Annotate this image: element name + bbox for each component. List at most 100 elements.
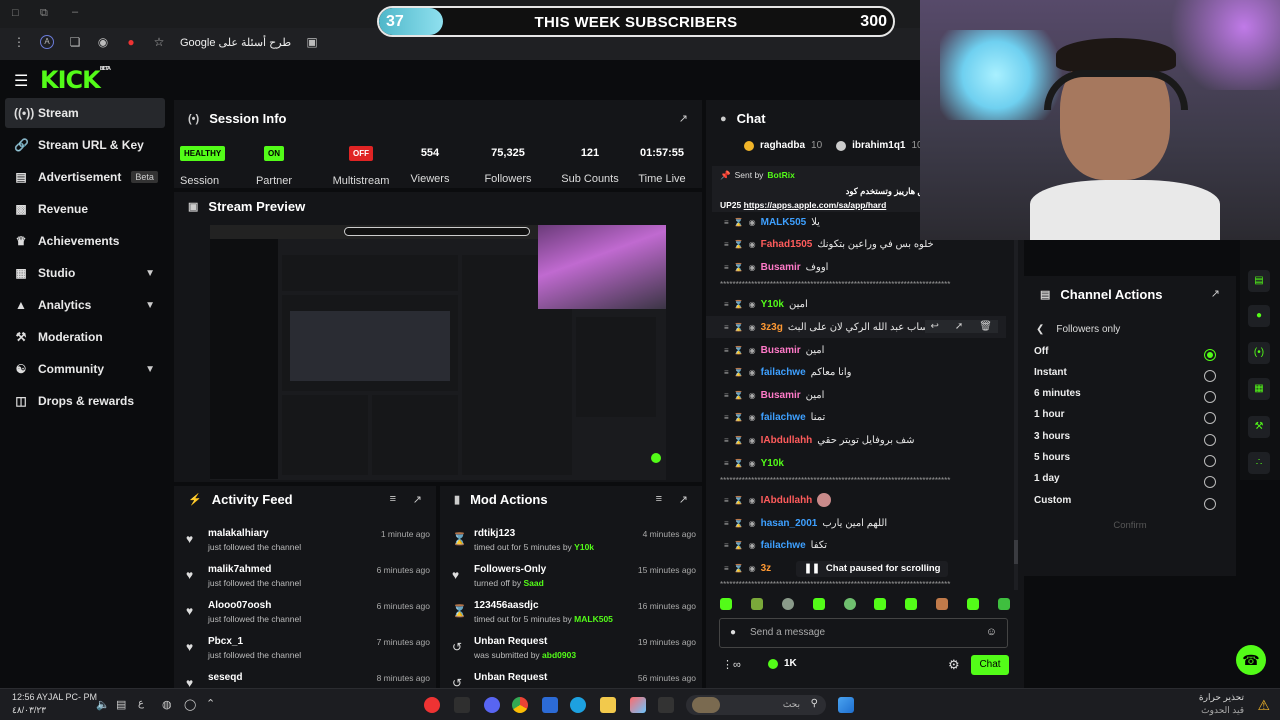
extension-icon[interactable]: ◉ (96, 35, 110, 49)
chat-username[interactable]: Busamir (761, 345, 801, 356)
emote-icon[interactable] (905, 598, 918, 610)
chat-message[interactable]: ≡ ⌛ ◉ Busamir اووف (706, 256, 1006, 278)
chat-username[interactable]: Fahad1505 (761, 239, 813, 250)
taskbar-date[interactable]: ٤٨/٠٣/٢٣ (12, 705, 46, 716)
chat-username[interactable]: 3z3g (761, 322, 783, 333)
emote-icon[interactable] (874, 598, 887, 610)
address-text[interactable]: طرح أسئلة على Google (180, 36, 291, 49)
emote-icon[interactable] (967, 598, 979, 610)
stream-preview-video[interactable] (210, 225, 666, 480)
emote-icon[interactable] (720, 598, 732, 610)
file-explorer-icon[interactable] (600, 697, 616, 713)
language-icon[interactable]: ع (138, 698, 144, 709)
weather-title[interactable]: تحذير حرارة (1199, 692, 1244, 703)
chat-message[interactable]: ≡ ⌛ ◉ failachwe تمنا (706, 406, 1006, 428)
activity-username[interactable]: Alooo07oosh (208, 600, 271, 611)
sidebar-item-studio[interactable]: ▦ Studio ▼ (5, 258, 165, 288)
windows-start-icon[interactable] (838, 697, 854, 713)
emote-icon[interactable] (936, 598, 949, 610)
radio[interactable] (1204, 391, 1216, 403)
option-1-hour[interactable]: 1 hour (1034, 409, 1224, 429)
chat-username[interactable]: IAbdullahh (761, 435, 813, 446)
screenshot-icon[interactable]: ▣ (305, 35, 319, 49)
sidebar-item-stream[interactable]: ((•)) Stream (5, 98, 165, 128)
pin-icon[interactable]: ➚ (955, 321, 963, 332)
terminal-app-icon[interactable] (454, 697, 470, 713)
more-vert-icon[interactable]: ⋮ (12, 35, 26, 49)
filter-icon[interactable]: ≡ (390, 493, 396, 505)
timeout-icon[interactable]: ⌛ (734, 496, 744, 505)
activity-username[interactable]: Pbcx_1 (208, 636, 243, 647)
activity-username[interactable]: malakalhiary (208, 528, 269, 539)
expand-icon[interactable]: ↗ (413, 493, 422, 506)
help-headset-icon[interactable]: ☎ (1236, 645, 1266, 675)
mod-action-target[interactable]: 123456aasdjc (474, 600, 539, 611)
network-icon[interactable]: ▤ (116, 698, 126, 711)
taskbar-search[interactable]: بحث ⚲ (686, 695, 826, 715)
radio-selected[interactable] (1204, 349, 1216, 361)
gifter-name[interactable]: raghadba (760, 140, 805, 151)
chat-message[interactable]: ≡ ⌛ ◉ Y10k (706, 452, 1006, 474)
edge-app-icon[interactable] (570, 697, 586, 713)
option-5-hours[interactable]: 5 hours (1034, 452, 1224, 472)
warning-icon[interactable]: ⚠ (1257, 697, 1270, 714)
sidebar-item-stream-url-key[interactable]: 🔗 Stream URL & Key (5, 130, 165, 160)
emote-icon[interactable] (750, 598, 763, 610)
chat-username[interactable]: Busamir (761, 262, 801, 273)
reply-icon[interactable]: ↩ (931, 321, 939, 332)
chat-message[interactable]: ≡ ⌛ ◉ Busamir امين (706, 339, 1006, 361)
back-to-followers-only[interactable]: ❮ Followers only (1036, 324, 1120, 335)
mod-action-moderator[interactable]: Y10k (574, 542, 594, 552)
record-icon[interactable]: ● (124, 35, 138, 49)
timeout-icon[interactable]: ⌛ (734, 541, 744, 550)
timeout-icon[interactable]: ⌛ (734, 263, 744, 272)
option-off[interactable]: Off (1034, 346, 1224, 366)
chat-input-box[interactable]: ● Send a message ☺ (719, 618, 1008, 648)
window-restore-icon[interactable]: ⧉ (40, 7, 48, 20)
expand-icon[interactable]: ↗ (1211, 287, 1220, 300)
recording-app-icon[interactable] (424, 697, 440, 713)
emote-icon[interactable] (843, 598, 856, 610)
gifter-name[interactable]: ibrahim1q1 (852, 140, 905, 151)
emote-icon[interactable] (781, 598, 794, 610)
bookmark-star-icon[interactable]: ☆ (152, 35, 166, 49)
hamburger-menu-icon[interactable]: ☰ (14, 71, 28, 91)
taskview-icon[interactable] (658, 697, 674, 713)
option-3-hours[interactable]: 3 hours (1034, 431, 1224, 451)
chat-username[interactable]: IAbdullahh (761, 495, 813, 506)
chat-message-hovered[interactable]: ≡ ⌛ ◉ 3z3g اسم حساب عبد الله الركي لان على ا… (706, 316, 1006, 338)
radio[interactable] (1204, 455, 1216, 467)
chat-input-placeholder[interactable]: Send a message (750, 627, 825, 638)
document-icon[interactable]: ▤ (1248, 270, 1270, 292)
timeout-icon[interactable]: ⌛ (734, 459, 744, 468)
mod-action-moderator[interactable]: Saad (523, 578, 543, 588)
pinned-sender[interactable]: BotRix (767, 170, 794, 181)
option-custom[interactable]: Custom (1034, 495, 1224, 515)
timeout-icon[interactable]: ⌛ (734, 346, 744, 355)
activity-username[interactable]: seseqd (208, 672, 242, 683)
activity-username[interactable]: malik7ahmed (208, 564, 271, 575)
chat-username[interactable]: Y10k (761, 458, 784, 469)
pinned-link[interactable]: https://apps.apple.com/sa/app/hard (744, 200, 887, 210)
chat-icon[interactable]: ● (1248, 305, 1270, 327)
delete-icon[interactable]: 🗑 (979, 321, 992, 332)
chat-message[interactable]: ≡ ⌛ ◉ failachwe وانا معاكم (706, 361, 1006, 383)
chat-username[interactable]: Y10k (761, 299, 784, 310)
discord-app-icon[interactable] (484, 697, 500, 713)
chevron-up-icon[interactable]: ⌃ (206, 697, 215, 710)
microphone-icon[interactable]: ◍ (162, 698, 172, 711)
chat-message[interactable]: ≡ ⌛ ◉ IAbdullahh شف بروفايل تويتر حقي (706, 429, 1006, 451)
confirm-button[interactable]: Confirm (1024, 520, 1236, 531)
window-icon[interactable]: □ (12, 7, 19, 19)
option-6-minutes[interactable]: 6 minutes (1034, 388, 1224, 408)
timeout-icon[interactable]: ⌛ (734, 218, 744, 227)
wrench-icon[interactable]: ⚒ (1248, 416, 1270, 438)
chat-username[interactable]: failachwe (761, 412, 806, 423)
accessibility-icon[interactable]: ◯ (184, 698, 196, 711)
chat-message[interactable]: ≡ ⌛ ◉ failachwe تكفا (706, 534, 1006, 556)
volume-icon[interactable]: 🔈 (96, 698, 110, 711)
layout-icon[interactable]: ▦ (1248, 378, 1270, 400)
radio[interactable] (1204, 498, 1216, 510)
radio[interactable] (1204, 370, 1216, 382)
minimize-icon[interactable]: – (72, 6, 78, 18)
